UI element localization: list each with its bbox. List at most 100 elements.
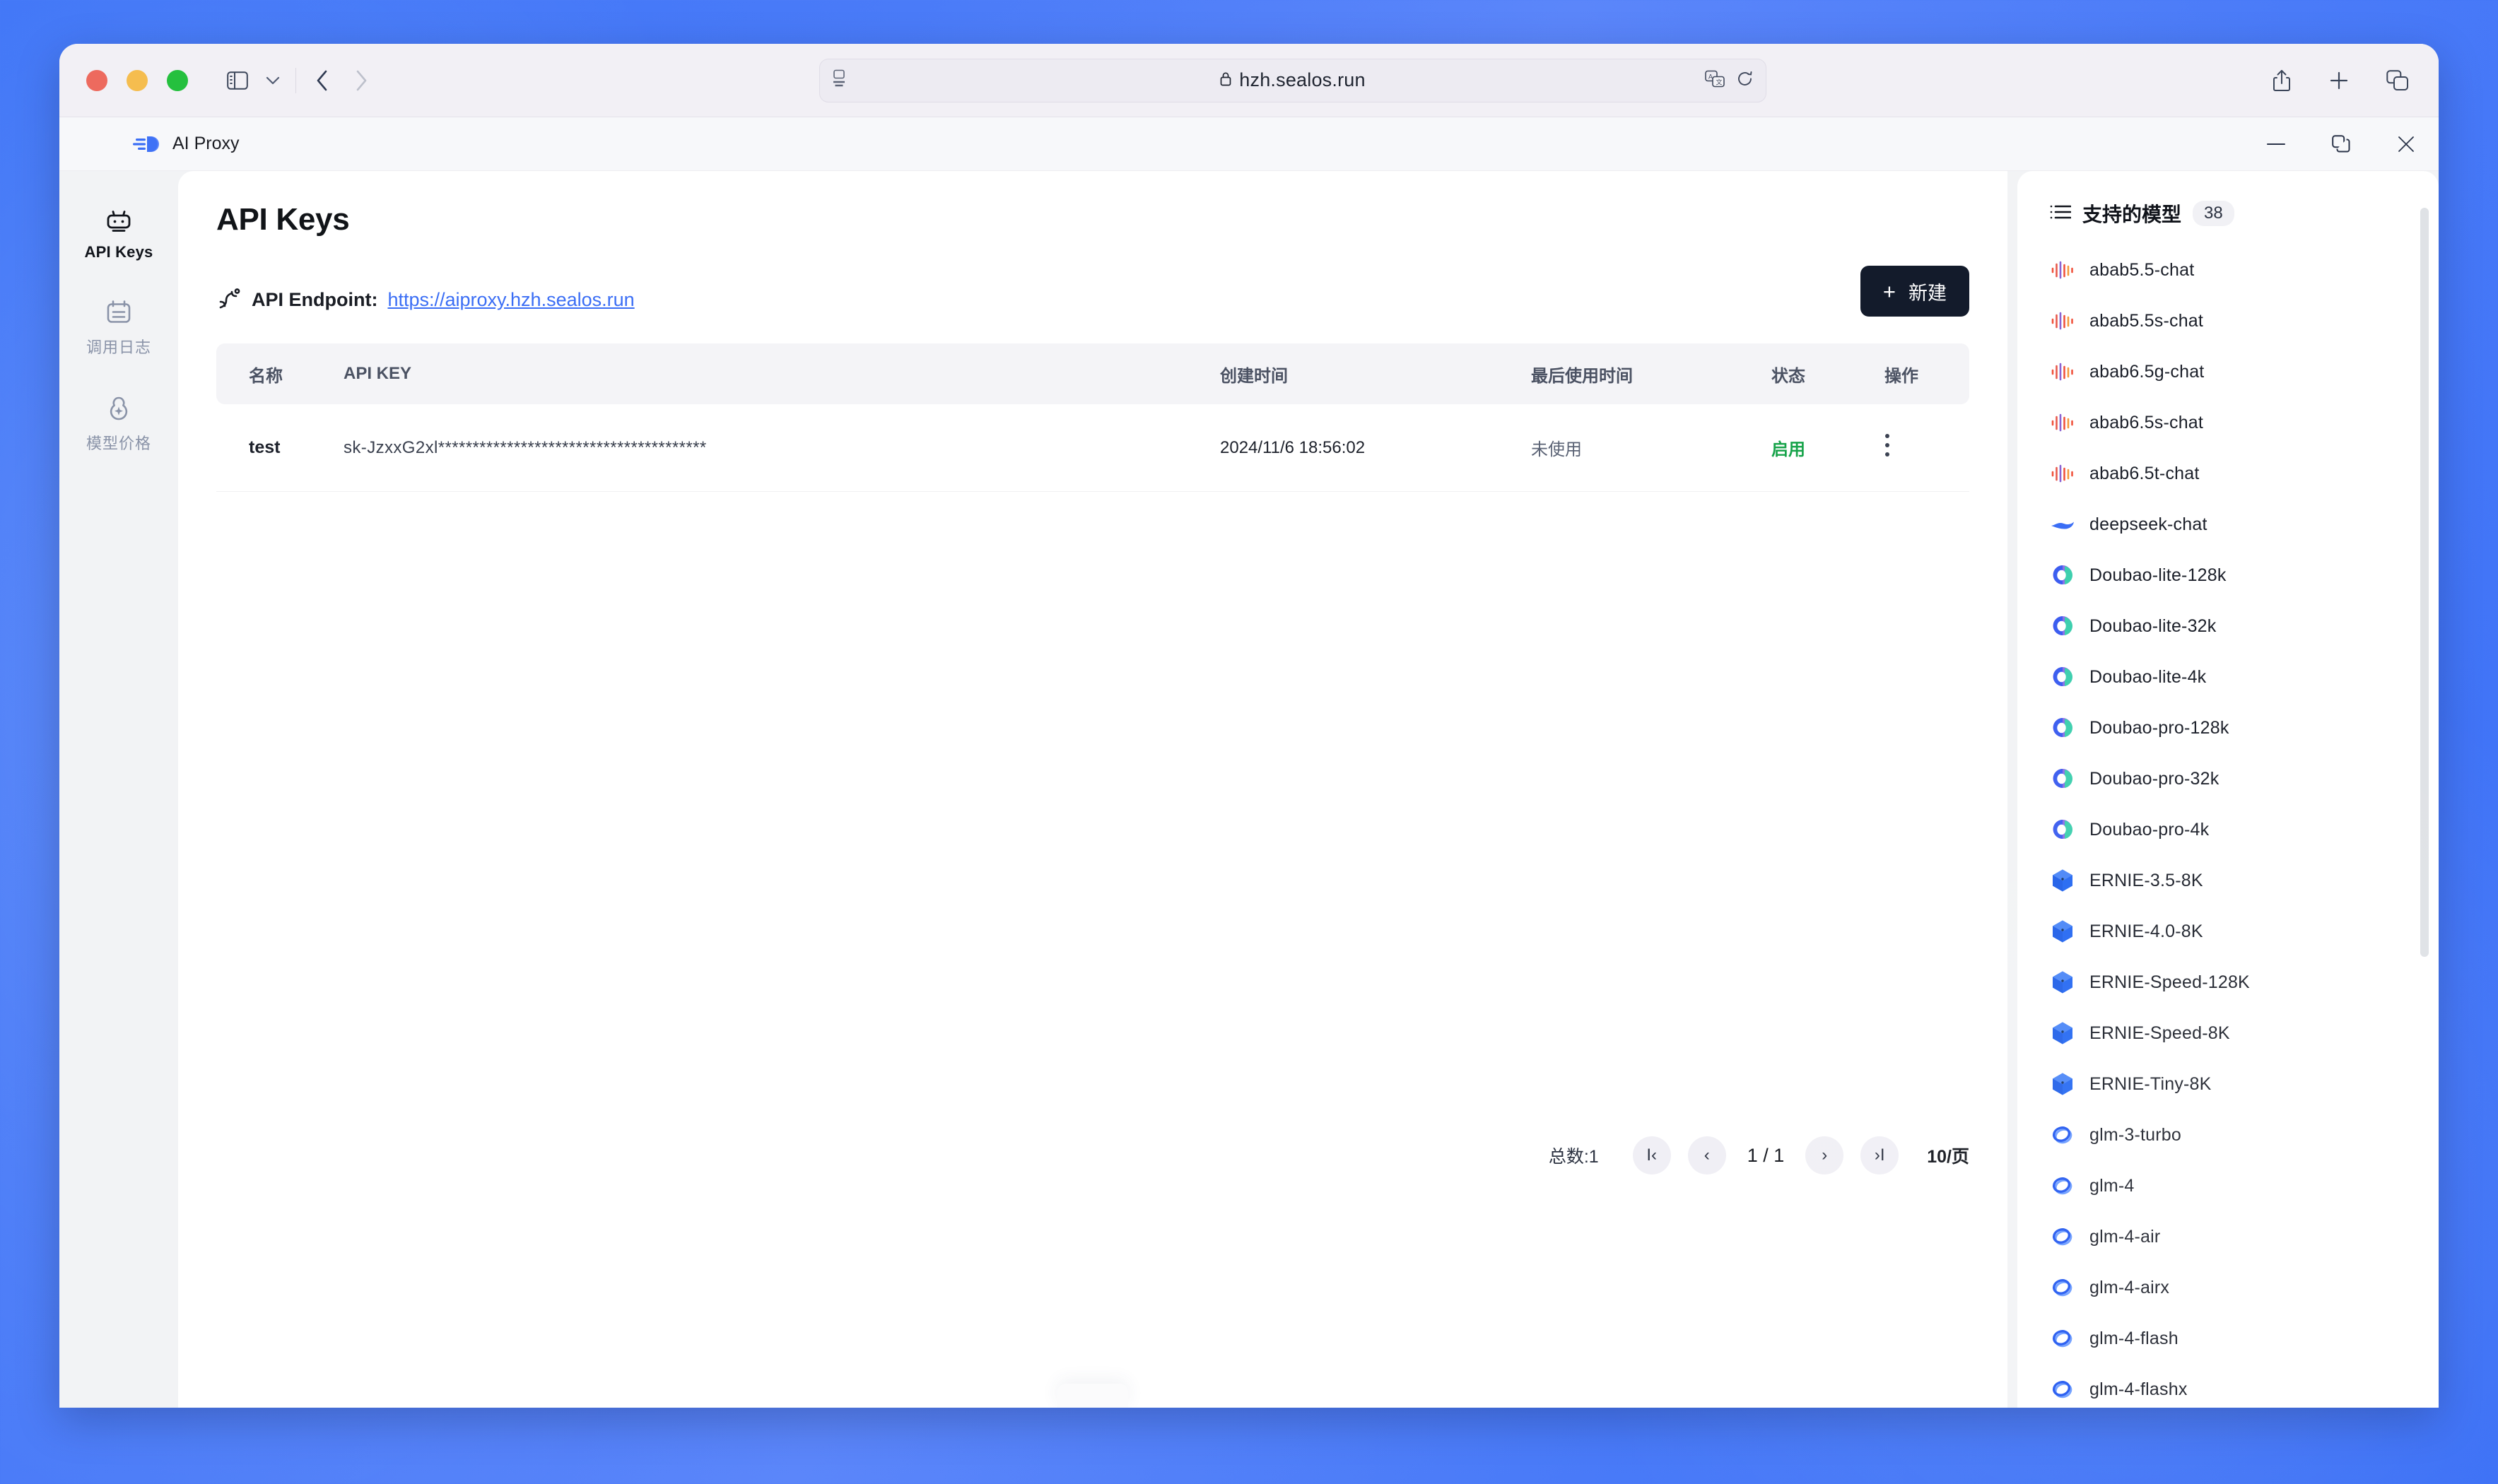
browser-window: hzh.sealos.run A 文 AI Proxy API Keys 调用日…	[59, 44, 2439, 1408]
pagination-prev-button[interactable]: ‹	[1687, 1136, 1726, 1174]
minimax-wave-icon	[2050, 359, 2075, 384]
reload-icon[interactable]	[1737, 70, 1753, 90]
model-name-label: ERNIE-Speed-128K	[2089, 972, 2250, 992]
sidebar-item-logs[interactable]: 调用日志	[72, 290, 165, 362]
supported-models-title: 支持的模型	[2082, 204, 2182, 225]
sidebar-item-api-keys[interactable]: API Keys	[72, 198, 165, 266]
model-list-item[interactable]: deepseek-chat	[2050, 499, 2439, 550]
link-dna-icon	[216, 288, 240, 312]
cell-last-used: 未使用	[1531, 440, 1582, 459]
model-list-item[interactable]: ERNIE-Tiny-8K	[2050, 1059, 2439, 1109]
model-list-item[interactable]: glm-4-air	[2050, 1211, 2439, 1262]
new-key-button[interactable]: + 新建	[1860, 266, 1969, 317]
model-list-item[interactable]: abab6.5s-chat	[2050, 397, 2439, 448]
api-endpoint-label: API Endpoint:	[252, 288, 378, 310]
model-list-item[interactable]: Doubao-pro-128k	[2050, 702, 2439, 753]
new-key-button-label: 新建	[1908, 282, 1947, 304]
new-tab-icon[interactable]	[2328, 70, 2350, 91]
logs-calendar-icon	[104, 297, 134, 328]
model-list-item[interactable]: abab6.5t-chat	[2050, 448, 2439, 499]
browser-toolbar: hzh.sealos.run A 文	[59, 44, 2439, 117]
model-list-item[interactable]: glm-4	[2050, 1160, 2439, 1211]
share-icon[interactable]	[2272, 69, 2292, 92]
minimize-window-button[interactable]	[127, 69, 148, 91]
model-list-item[interactable]: glm-4-airx	[2050, 1262, 2439, 1313]
model-list-item[interactable]: ERNIE-Speed-128K	[2050, 957, 2439, 1008]
model-name-label: Doubao-lite-128k	[2089, 565, 2227, 585]
pagination-next-button[interactable]: ›	[1805, 1136, 1844, 1174]
model-name-label: abab6.5g-chat	[2089, 361, 2205, 382]
model-list-item[interactable]: ERNIE-3.5-8K	[2050, 855, 2439, 906]
app-logo-icon	[133, 135, 160, 153]
model-name-label: Doubao-lite-32k	[2089, 616, 2217, 636]
model-list-item[interactable]: Doubao-lite-128k	[2050, 550, 2439, 601]
reader-view-icon[interactable]	[833, 69, 845, 91]
more-vertical-icon[interactable]	[1884, 434, 1890, 462]
minimax-wave-icon	[2050, 410, 2075, 435]
sidebar-item-pricing[interactable]: 模型价格	[72, 386, 165, 458]
deepseek-whale-icon	[2050, 512, 2075, 537]
model-list-item[interactable]: ERNIE-Speed-8K	[2050, 1008, 2439, 1059]
model-list-item[interactable]: ERNIE-4.0-8K	[2050, 906, 2439, 957]
translate-icon[interactable]: A 文	[1705, 70, 1725, 90]
model-list-item[interactable]: glm-4-flash	[2050, 1313, 2439, 1364]
app-maximize-button[interactable]	[2309, 117, 2374, 171]
api-endpoint-url[interactable]: https://aiproxy.hzh.sealos.run	[387, 289, 634, 311]
back-chevron-icon[interactable]	[302, 64, 341, 97]
model-name-label: Doubao-lite-4k	[2089, 666, 2207, 687]
sidebar-toggle-icon[interactable]	[219, 65, 256, 96]
sidebar-item-label: API Keys	[84, 243, 153, 261]
lock-icon	[1220, 69, 1231, 91]
app-titlebar: AI Proxy	[59, 117, 2439, 171]
model-list-item[interactable]: abab5.5-chat	[2050, 245, 2439, 295]
minimax-wave-icon	[2050, 257, 2075, 283]
model-list-item[interactable]: glm-3-turbo	[2050, 1109, 2439, 1160]
model-list-item[interactable]: Doubao-pro-4k	[2050, 804, 2439, 855]
forward-chevron-icon[interactable]	[341, 64, 381, 97]
zhipu-ring-icon	[2050, 1122, 2075, 1148]
close-window-button[interactable]	[86, 69, 107, 91]
model-name-label: ERNIE-4.0-8K	[2089, 921, 2203, 941]
ernie-cube-icon	[2050, 1071, 2075, 1097]
table-row[interactable]: test sk-JzxxG2xl************************…	[216, 404, 1969, 492]
model-list-item[interactable]: Doubao-pro-32k	[2050, 753, 2439, 804]
model-name-label: glm-4	[2089, 1175, 2135, 1196]
api-endpoint-row: API Endpoint: https://aiproxy.hzh.sealos…	[216, 270, 1969, 329]
tab-overview-icon[interactable]	[2386, 69, 2409, 91]
pagination-first-button[interactable]: I‹	[1632, 1136, 1671, 1174]
cell-actions[interactable]	[1884, 433, 1969, 462]
app-body: API Keys 调用日志 模型价格 API Keys API Endpoint…	[59, 171, 2439, 1408]
ernie-cube-icon	[2050, 919, 2075, 944]
pagination-index: 1 / 1	[1747, 1144, 1785, 1166]
zhipu-ring-icon	[2050, 1173, 2075, 1199]
models-scrollbar[interactable]	[2420, 208, 2429, 957]
window-traffic-lights	[86, 69, 188, 91]
svg-text:A: A	[1708, 73, 1713, 80]
model-list-item[interactable]: Doubao-lite-32k	[2050, 601, 2439, 652]
sidebar-item-label: 模型价格	[86, 435, 151, 452]
pagination-last-button[interactable]: ›I	[1860, 1136, 1899, 1174]
doubao-icon	[2050, 766, 2075, 791]
doubao-icon	[2050, 715, 2075, 741]
model-name-label: Doubao-pro-128k	[2089, 717, 2229, 738]
model-name-label: abab5.5s-chat	[2089, 310, 2204, 331]
app-close-button[interactable]	[2374, 117, 2439, 171]
model-list-item[interactable]: abab5.5s-chat	[2050, 295, 2439, 346]
model-list-item[interactable]: abab6.5g-chat	[2050, 346, 2439, 397]
model-list-item[interactable]: Doubao-lite-4k	[2050, 652, 2439, 702]
app-minimize-button[interactable]	[2244, 117, 2309, 171]
panel-collapse-handle[interactable]	[1057, 1384, 1128, 1408]
zhipu-ring-icon	[2050, 1224, 2075, 1249]
sidebar-item-label: 调用日志	[86, 338, 151, 356]
address-bar[interactable]: hzh.sealos.run A 文	[819, 58, 1766, 102]
address-bar-text: hzh.sealos.run	[1220, 69, 1366, 91]
column-header-created-at: 创建时间	[1220, 366, 1288, 386]
toolbar-divider	[295, 67, 296, 93]
supported-models-list: abab5.5-chat abab5.5s-chat abab6.5g-chat ab…	[2017, 245, 2439, 1408]
supported-models-count: 38	[2193, 201, 2234, 226]
chevron-down-icon[interactable]	[256, 65, 290, 96]
api-keys-table: 名称 API KEY 创建时间 最后使用时间 状态 操作 test sk-Jzx…	[216, 343, 1969, 492]
model-list-item[interactable]: glm-4-flashx	[2050, 1364, 2439, 1408]
pagination-page-size[interactable]: 10/页	[1927, 1143, 1969, 1168]
fullscreen-window-button[interactable]	[167, 69, 188, 91]
